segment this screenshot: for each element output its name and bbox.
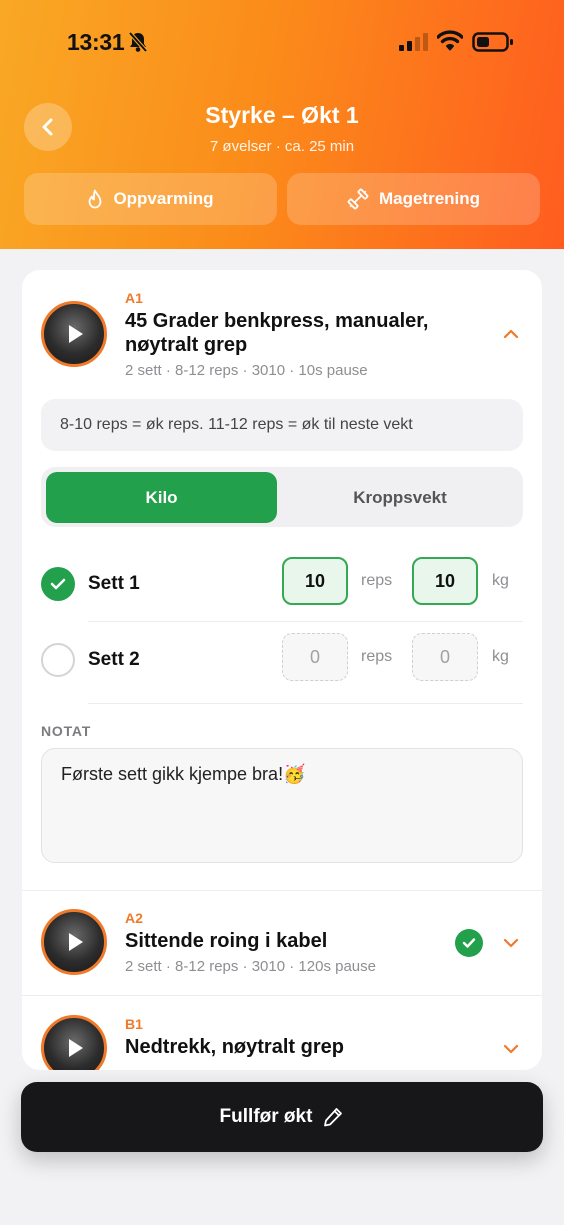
core-training-label: Magetrening: [378, 189, 481, 208]
weight-unit: kg: [492, 648, 509, 665]
divider: [22, 995, 542, 996]
exercise-video-thumbnail[interactable]: [41, 301, 107, 367]
exercise-code: A2: [125, 910, 143, 926]
chevron-up-icon[interactable]: [503, 328, 519, 340]
set-complete-checkbox[interactable]: [41, 643, 75, 677]
status-time: 13:31: [67, 29, 125, 55]
exercise-code: A1: [125, 290, 143, 306]
set-label: Sett 2: [88, 649, 140, 670]
cellular-signal-icon: [399, 33, 428, 51]
toggle-kilo[interactable]: Kilo: [46, 472, 277, 523]
exercise-meta: 2 sett · 8-12 reps · 3010 · 10s pause: [125, 362, 368, 379]
play-icon: [69, 325, 83, 343]
exercise-tip: 8-10 reps = øk reps. 11-12 reps = øk til…: [41, 399, 523, 451]
exercise-code: B1: [125, 1016, 143, 1032]
warmup-button[interactable]: Oppvarming: [24, 173, 277, 225]
play-icon: [69, 1039, 83, 1057]
note-textarea[interactable]: Første sett gikk kjempe bra!🥳: [41, 748, 523, 863]
dumbbell-icon: [347, 188, 369, 210]
exercise-video-thumbnail[interactable]: [41, 1015, 107, 1070]
chevron-down-icon[interactable]: [503, 937, 519, 949]
exercise-name-continued: nøytralt grep: [125, 334, 248, 356]
checkmark-icon: [462, 938, 476, 948]
chevron-down-icon[interactable]: [503, 1043, 519, 1055]
reps-input[interactable]: 0: [282, 633, 348, 681]
exercise-name[interactable]: Nedtrekk, nøytralt grep: [125, 1035, 344, 1059]
reps-unit: reps: [361, 572, 393, 589]
finish-workout-button[interactable]: Fullfør økt: [21, 1082, 543, 1152]
toggle-bodyweight[interactable]: Kroppsvekt: [282, 472, 518, 523]
page-subtitle: 7 øvelser · ca. 25 min: [209, 138, 355, 155]
flame-icon: [89, 189, 102, 209]
note-label: NOTAT: [41, 723, 92, 739]
checkmark-icon: [50, 578, 66, 590]
warmup-label: Oppvarming: [113, 189, 214, 208]
exercise-name[interactable]: Sittende roing i kabel: [125, 929, 327, 953]
weight-input[interactable]: 0: [412, 633, 478, 681]
exercise-list-card: A1 45 Grader benkpress, manualer, nøytra…: [22, 270, 542, 1070]
set-row: Sett 2 0 reps 0 kg: [22, 621, 542, 697]
finish-workout-label: Fullfør økt: [219, 1106, 313, 1127]
play-icon: [69, 933, 83, 951]
pencil-icon: [324, 1108, 343, 1127]
exercise-video-thumbnail[interactable]: [41, 909, 107, 975]
wifi-icon: [437, 30, 463, 51]
weight-unit: kg: [492, 572, 509, 589]
weight-input[interactable]: 10: [412, 557, 478, 605]
weight-mode-toggle: Kilo Kroppsvekt: [41, 467, 523, 527]
exercise-name: 45 Grader benkpress, manualer,: [125, 310, 429, 332]
exercise-meta: 2 sett · 8-12 reps · 3010 · 120s pause: [125, 958, 376, 975]
bell-muted-icon: [128, 31, 148, 53]
exercise-completed-badge: [455, 929, 483, 957]
core-training-button[interactable]: Magetrening: [287, 173, 540, 225]
set-complete-checkbox[interactable]: [41, 567, 75, 601]
set-label: Sett 1: [88, 573, 140, 594]
reps-input[interactable]: 10: [282, 557, 348, 605]
divider: [88, 703, 523, 704]
reps-unit: reps: [361, 648, 393, 665]
set-row: Sett 1 10 reps 10 kg: [22, 545, 542, 621]
battery-icon: [472, 32, 513, 52]
workout-header: 13:31 Styrke – Økt 1 7 øvelser · ca. 25 …: [0, 0, 564, 249]
divider: [22, 890, 542, 891]
page-title: Styrke – Økt 1: [205, 102, 359, 128]
